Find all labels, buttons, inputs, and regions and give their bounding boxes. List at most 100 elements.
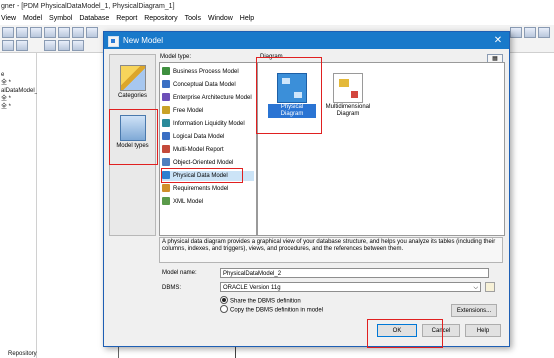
- menu-view[interactable]: View: [1, 13, 16, 25]
- model-type-list: Business Process Model Conceptual Data M…: [159, 62, 257, 236]
- diagram-item-label: Multidimensional Diagram: [325, 104, 371, 117]
- information-liquidity-model-icon: [162, 119, 170, 128]
- toolbar-button[interactable]: [72, 40, 84, 51]
- model-type-label: Physical Data Model: [173, 173, 228, 179]
- cancel-button[interactable]: Cancel: [422, 324, 460, 337]
- free-model-icon: [162, 106, 170, 115]
- toolbar-button[interactable]: [16, 27, 28, 38]
- categories-button[interactable]: Categories: [112, 65, 153, 99]
- extensions-button[interactable]: Extensions...: [451, 304, 497, 317]
- model-type-label: Object-Oriented Model: [173, 160, 234, 166]
- model-name-input[interactable]: PhysicalDataModel_2: [220, 268, 489, 278]
- physical-data-model-icon: [162, 171, 170, 180]
- model-type-label: Multi-Model Report: [173, 147, 224, 153]
- copy-dbms-label: Copy the DBMS definition in model: [230, 307, 324, 314]
- model-type-label: Logical Data Model: [173, 134, 225, 140]
- menu-database[interactable]: Database: [79, 13, 109, 25]
- dbms-select[interactable]: ORACLE Version 11g ⌵: [220, 282, 481, 292]
- model-type-item[interactable]: Multi-Model Report: [162, 145, 254, 155]
- logical-data-model-icon: [162, 132, 170, 141]
- model-type-item[interactable]: Conceptual Data Model: [162, 80, 254, 90]
- diagram-item-label: Physical Diagram: [268, 104, 316, 118]
- model-type-label: XML Model: [173, 199, 204, 205]
- model-type-item[interactable]: Enterprise Architecture Model: [162, 93, 254, 103]
- model-type-label: Information Liquidity Model: [173, 121, 245, 127]
- toolbar-button[interactable]: [510, 27, 522, 38]
- menu-repository[interactable]: Repository: [144, 13, 177, 25]
- new-model-dialog: New Model ✕ Categories Model types Model…: [103, 31, 510, 348]
- toolbar-button[interactable]: [2, 27, 14, 38]
- dbms-properties-button[interactable]: [485, 282, 495, 292]
- diagram-pane: Physical Diagram Multidimensional Diagra…: [257, 62, 505, 236]
- menu-tools[interactable]: Tools: [185, 13, 201, 25]
- model-type-item[interactable]: Business Process Model: [162, 67, 254, 77]
- model-type-label: Business Process Model: [173, 69, 239, 75]
- menu-bar: View Model Symbol Database Report Reposi…: [0, 13, 554, 25]
- physical-diagram-icon: [277, 73, 307, 103]
- category-pane: Categories Model types: [109, 54, 156, 236]
- model-description: A physical data diagram provides a graph…: [159, 237, 503, 263]
- categories-icon: [119, 65, 146, 91]
- toolbar-button[interactable]: [44, 27, 56, 38]
- conceptual-data-model-icon: [162, 80, 170, 89]
- toolbar-button[interactable]: [524, 27, 536, 38]
- menu-symbol[interactable]: Symbol: [49, 13, 72, 25]
- dialog-title: New Model: [123, 36, 164, 45]
- model-type-item[interactable]: Logical Data Model: [162, 132, 254, 142]
- object-oriented-model-icon: [162, 158, 170, 167]
- share-dbms-label: Share the DBMS definition: [230, 298, 301, 305]
- enterprise-architecture-model-icon: [162, 93, 170, 102]
- model-types-button[interactable]: Model types: [112, 115, 153, 149]
- menu-window[interactable]: Window: [208, 13, 233, 25]
- model-type-item[interactable]: Information Liquidity Model: [162, 119, 254, 129]
- app-title-bar: gner - [PDM PhysicalDataModel_1, Physica…: [0, 0, 554, 13]
- model-types-icon: [119, 115, 146, 141]
- toolbar-button[interactable]: [58, 27, 70, 38]
- dialog-app-icon: [108, 36, 119, 47]
- model-type-item[interactable]: Free Model: [162, 106, 254, 116]
- toolbar-button[interactable]: [86, 27, 98, 38]
- toolbar-button[interactable]: [16, 40, 28, 51]
- menu-help[interactable]: Help: [240, 13, 254, 25]
- toolbar-button[interactable]: [2, 40, 14, 51]
- xml-model-icon: [162, 197, 170, 206]
- ok-button[interactable]: OK: [377, 324, 417, 337]
- help-button[interactable]: Help: [465, 324, 501, 337]
- model-type-item[interactable]: Object-Oriented Model: [162, 158, 254, 168]
- categories-label: Categories: [117, 93, 147, 99]
- toolbar-button[interactable]: [44, 40, 56, 51]
- chevron-down-icon: ⌵: [473, 285, 478, 291]
- close-icon[interactable]: ✕: [491, 34, 505, 47]
- diagram-label: Diagram: [260, 54, 283, 60]
- diagram-item[interactable]: Multidimensional Diagram: [324, 71, 372, 118]
- model-type-item-selected[interactable]: Physical Data Model: [162, 171, 254, 181]
- radio-icon: [220, 305, 228, 313]
- diagram-item-selected[interactable]: Physical Diagram: [268, 71, 316, 118]
- model-type-label: Free Model: [173, 108, 204, 114]
- multidimensional-diagram-icon: [333, 73, 363, 103]
- requirements-model-icon: [162, 184, 170, 193]
- model-name-label: Model name:: [162, 270, 197, 276]
- business-process-model-icon: [162, 67, 170, 76]
- object-browser: e 全 * alDataModel_1 * 全 * 全 * Repository: [0, 53, 45, 358]
- radio-selected-icon: [220, 296, 228, 304]
- copy-dbms-radio[interactable]: Copy the DBMS definition in model: [220, 305, 324, 316]
- model-types-label: Model types: [116, 143, 149, 149]
- toolbar-button[interactable]: [58, 40, 70, 51]
- model-type-item[interactable]: XML Model: [162, 197, 254, 207]
- model-type-label: Conceptual Data Model: [173, 82, 236, 88]
- model-type-label: Model type:: [160, 54, 192, 60]
- menu-model[interactable]: Model: [23, 13, 42, 25]
- dbms-value: ORACLE Version 11g: [223, 285, 281, 291]
- toolbar-button[interactable]: [538, 27, 550, 38]
- menu-report[interactable]: Report: [116, 13, 137, 25]
- toolbar-button[interactable]: [72, 27, 84, 38]
- dbms-label: DBMS:: [162, 285, 182, 291]
- model-type-label: Enterprise Architecture Model: [173, 95, 252, 101]
- model-type-label: Requirements Model: [173, 186, 229, 192]
- multi-model-report-icon: [162, 145, 170, 154]
- model-type-item[interactable]: Requirements Model: [162, 184, 254, 194]
- dialog-title-bar[interactable]: New Model ✕: [104, 32, 509, 49]
- repository-tab[interactable]: Repository: [8, 350, 37, 358]
- toolbar-button[interactable]: [30, 27, 42, 38]
